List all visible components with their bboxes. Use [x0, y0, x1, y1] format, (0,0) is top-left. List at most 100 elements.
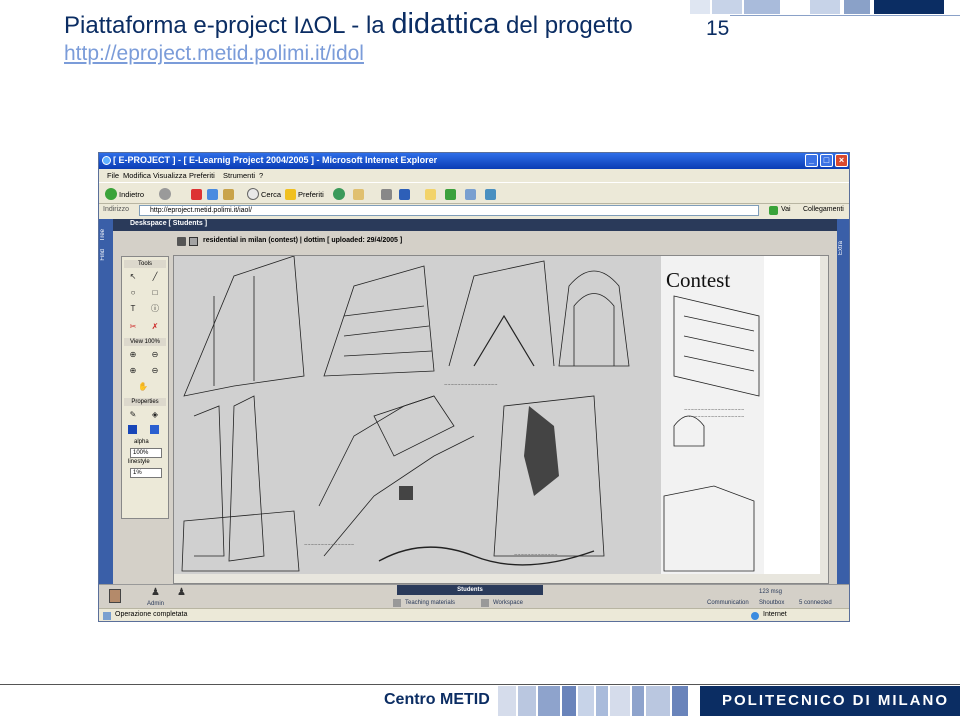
cut-icon[interactable]: ✂ — [128, 322, 138, 332]
home-button[interactable] — [223, 187, 234, 201]
deskspace-title: Deskspace [ Students ] — [130, 220, 208, 227]
links-button[interactable]: Collegamenti — [803, 206, 844, 213]
address-bar: Indirizzo http://eproject.metid.polimi.i… — [99, 204, 849, 218]
mail-button[interactable] — [353, 187, 364, 201]
print-button[interactable] — [381, 187, 392, 201]
print-icon — [381, 188, 392, 200]
browser-window: [ E-PROJECT ] - [ E-Learnig Project 2004… — [98, 152, 850, 622]
page-content: Tree Find Extra Deskspace [ Students ] r… — [99, 219, 849, 584]
zone-text: Internet — [763, 611, 787, 618]
svg-text:~~~~~~~~~~~~~: ~~~~~~~~~~~~~ — [514, 552, 558, 557]
star-icon — [285, 188, 296, 200]
view-header: View 100% — [124, 338, 166, 346]
home-icon — [223, 188, 234, 200]
menu-visualizza[interactable]: Visualizza — [153, 171, 187, 180]
address-field[interactable]: http://eproject.metid.polimi.it/iaol/ — [139, 205, 759, 216]
messenger-button[interactable] — [445, 187, 456, 201]
rectangle-icon[interactable]: □ — [150, 288, 160, 298]
students-tab[interactable]: Students — [397, 585, 543, 595]
slide-number: 15 — [706, 17, 730, 40]
horizontal-scrollbar[interactable] — [174, 574, 828, 583]
window-title: [ E-PROJECT ] - [ E-Learnig Project 2004… — [113, 155, 438, 165]
menu-bar: File Modifica Visualizza Preferiti Strum… — [99, 169, 849, 182]
page-icon — [103, 612, 111, 620]
research-icon — [485, 188, 496, 200]
forward-button[interactable] — [159, 187, 171, 201]
stop-icon — [191, 188, 202, 200]
sketch-image: ~~~~~~~~~~~~~~~~ ~~~~~~~~~~~~~~~~~~ ~~~~… — [174, 256, 764, 574]
info-icon[interactable]: ⓘ — [150, 304, 160, 314]
zoom-reset-icon[interactable]: ⊖ — [150, 366, 160, 376]
svg-text:~~~~~~~~~~~~~~~~~~: ~~~~~~~~~~~~~~~~~~ — [684, 407, 744, 412]
go-button[interactable]: Vai — [781, 206, 791, 213]
delete-icon[interactable]: ✗ — [150, 322, 160, 332]
tab-tree[interactable]: Tree — [100, 229, 112, 241]
folder-icon — [425, 188, 436, 200]
circle-icon[interactable]: ○ — [128, 288, 138, 298]
search-button[interactable]: Cerca — [247, 187, 281, 201]
menu-strumenti[interactable]: Strumenti — [223, 171, 255, 180]
stroke-color-swatch[interactable] — [128, 425, 137, 434]
slide-url-link[interactable]: http://eproject.metid.polimi.it/idol — [64, 42, 364, 66]
mail-icon — [353, 188, 364, 200]
user-avatar[interactable] — [109, 589, 121, 603]
folder-button[interactable] — [425, 187, 436, 201]
header-decoration — [690, 0, 960, 14]
sketch-title: Contest — [666, 268, 731, 292]
user-icon[interactable]: ♟ — [177, 587, 186, 598]
workspace-button[interactable]: Workspace — [493, 600, 523, 606]
menu-file[interactable]: File — [107, 171, 119, 180]
svg-text:~~~~~~~~~~~~~~~~~~: ~~~~~~~~~~~~~~~~~~ — [684, 414, 744, 419]
ie-icon — [102, 156, 111, 165]
internet-zone-icon — [751, 612, 759, 620]
maximize-button[interactable]: □ — [820, 154, 833, 167]
message-count: 123 msg — [759, 589, 783, 595]
research-button[interactable] — [485, 187, 496, 201]
line-icon[interactable]: ╱ — [150, 272, 160, 282]
tools-header: Tools — [124, 260, 166, 268]
text-icon[interactable]: T — [128, 304, 138, 314]
image-icon — [189, 237, 198, 246]
fill-color-swatch[interactable] — [150, 425, 159, 434]
select-arrow-icon[interactable]: ↖ — [128, 272, 138, 282]
alpha-label: alpha — [134, 439, 149, 445]
sketch-canvas[interactable]: ~~~~~~~~~~~~~~~~ ~~~~~~~~~~~~~~~~~~ ~~~~… — [173, 255, 829, 584]
menu-help[interactable]: ? — [259, 171, 263, 180]
admin-icon[interactable]: ♟ — [151, 587, 160, 598]
back-button[interactable]: Indietro — [105, 187, 144, 201]
tools-button[interactable] — [465, 187, 476, 201]
admin-label[interactable]: Admin — [147, 601, 164, 607]
workspace-icon — [481, 599, 489, 607]
linestyle-select[interactable]: 1% — [130, 468, 162, 478]
zoom-in-icon[interactable]: ⊕ — [128, 350, 138, 360]
refresh-button[interactable] — [207, 187, 218, 201]
go-arrow-icon — [769, 206, 778, 215]
close-button[interactable]: × — [835, 154, 848, 167]
fill-icon[interactable]: ◈ — [150, 410, 160, 420]
linestyle-label: linestyle — [128, 459, 150, 465]
tools-icon — [465, 188, 476, 200]
favorites-button[interactable]: Preferiti — [285, 187, 324, 201]
slide-title: Piattaforma e-project I∆OL - la didattic… — [64, 8, 633, 40]
zoom-out-icon[interactable]: ⊖ — [150, 350, 160, 360]
back-icon[interactable] — [177, 237, 186, 246]
teaching-materials-button[interactable]: Teaching materials — [405, 600, 455, 606]
tab-find[interactable]: Find — [100, 249, 112, 261]
tools-panel: Tools ↖ ╱ ○ □ T ⓘ ✂ ✗ View 100% ⊕ ⊖ ⊕ ⊖ … — [121, 256, 169, 519]
tab-extra[interactable]: Extra — [838, 241, 844, 255]
vertical-scrollbar[interactable] — [820, 256, 828, 574]
communication-button[interactable]: Communication — [707, 600, 749, 606]
pencil-icon[interactable]: ✎ — [128, 410, 138, 420]
shoutbox-button[interactable]: Shoutbox — [759, 600, 784, 606]
menu-preferiti[interactable]: Preferiti — [189, 171, 215, 180]
zoom-fit-icon[interactable]: ⊕ — [128, 366, 138, 376]
stop-button[interactable] — [191, 187, 202, 201]
menu-modifica[interactable]: Modifica — [123, 171, 151, 180]
pan-hand-icon[interactable]: ✋ — [138, 382, 148, 392]
history-button[interactable] — [333, 187, 345, 201]
minimize-button[interactable]: _ — [805, 154, 818, 167]
alpha-select[interactable]: 100% — [130, 448, 162, 458]
status-text: Operazione completata — [115, 611, 188, 618]
edit-button[interactable] — [399, 187, 410, 201]
politecnico-logo: POLITECNICO DI MILANO — [700, 686, 960, 716]
